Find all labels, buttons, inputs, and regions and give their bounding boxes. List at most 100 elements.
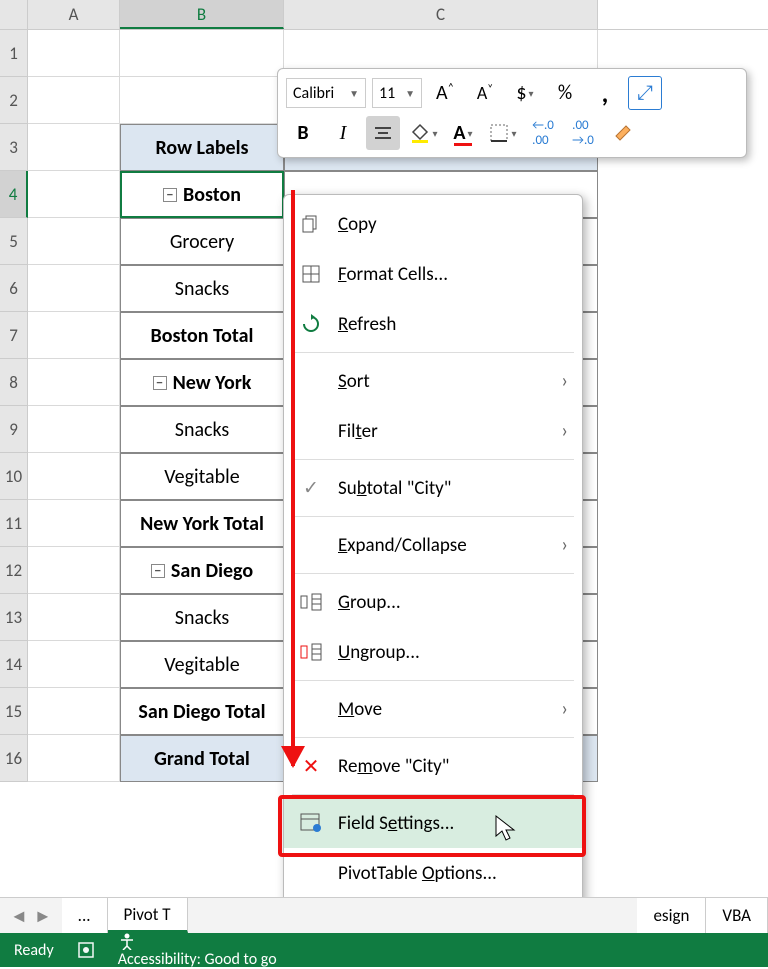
select-all-corner[interactable]	[0, 0, 28, 29]
pivot-group[interactable]: −Boston	[120, 171, 284, 218]
italic-button[interactable]: I	[326, 116, 360, 150]
sheet-tab[interactable]: esign	[637, 898, 706, 933]
decrease-font-icon[interactable]: A˅	[468, 76, 502, 110]
cell[interactable]	[28, 77, 120, 124]
pivot-subtotal[interactable]: San Diego Total	[120, 688, 284, 735]
row-header[interactable]: 11	[0, 500, 28, 547]
format-painter-button[interactable]	[606, 116, 640, 150]
font-color-button[interactable]: A▾	[446, 116, 480, 150]
ctx-ungroup[interactable]: Ungroup...	[284, 627, 582, 677]
ctx-group[interactable]: Group...	[284, 577, 582, 627]
bold-button[interactable]: B	[286, 116, 320, 150]
accessibility-status[interactable]: Accessibility: Good to go	[118, 932, 277, 969]
collapse-icon[interactable]: −	[163, 188, 177, 202]
row-header[interactable]: 14	[0, 641, 28, 688]
ctx-refresh[interactable]: Refresh	[284, 299, 582, 349]
increase-decimal-button[interactable]: ←.0.00	[526, 116, 560, 150]
cell[interactable]	[28, 124, 120, 171]
chevron-right-icon: ›	[561, 697, 568, 721]
ctx-subtotal[interactable]: ✓ Subtotal "City"	[284, 463, 582, 513]
cell[interactable]	[28, 171, 120, 218]
cell[interactable]	[28, 359, 120, 406]
fill-color-button[interactable]: ▾	[406, 116, 440, 150]
row-header[interactable]: 6	[0, 265, 28, 312]
separator	[292, 737, 574, 738]
ctx-format-cells[interactable]: Format Cells...	[284, 249, 582, 299]
ctx-pivottable-options[interactable]: PivotTable Options...	[284, 848, 582, 898]
font-selector[interactable]: Calibri▼	[286, 78, 366, 108]
row-header[interactable]: 5	[0, 218, 28, 265]
col-header-a[interactable]: A	[28, 0, 120, 29]
format-cells-button[interactable]: ⤢	[628, 76, 662, 110]
cell[interactable]	[28, 641, 120, 688]
cell[interactable]	[28, 312, 120, 359]
collapse-icon[interactable]: −	[151, 564, 165, 578]
ctx-move[interactable]: Move ›	[284, 684, 582, 734]
increase-font-icon[interactable]: A˄	[428, 76, 462, 110]
next-icon[interactable]: ►	[34, 905, 52, 927]
sheet-tab[interactable]: Pivot T	[108, 898, 188, 933]
pivot-item[interactable]: Snacks	[120, 406, 284, 453]
prev-icon[interactable]: ◄	[10, 905, 28, 927]
comma-format-button[interactable]: ,	[588, 76, 622, 110]
ctx-sort[interactable]: Sort ›	[284, 356, 582, 406]
ctx-label: PivotTable Options...	[338, 862, 497, 885]
row-header[interactable]: 8	[0, 359, 28, 406]
cell[interactable]	[28, 547, 120, 594]
cell[interactable]	[28, 218, 120, 265]
col-header-c[interactable]: C	[284, 0, 598, 29]
pivot-group[interactable]: −San Diego	[120, 547, 284, 594]
pivot-group[interactable]: −New York	[120, 359, 284, 406]
row-header[interactable]: 10	[0, 453, 28, 500]
font-size-selector[interactable]: 11▼	[372, 78, 422, 108]
sheet-tab[interactable]: VBA	[706, 898, 768, 933]
pivot-subtotal[interactable]: New York Total	[120, 500, 284, 547]
borders-button[interactable]: ▾	[486, 116, 520, 150]
row-header[interactable]: 3	[0, 124, 28, 171]
row-header[interactable]: 16	[0, 735, 28, 782]
row-header[interactable]: 4	[0, 171, 28, 218]
cell[interactable]	[28, 594, 120, 641]
pivot-item[interactable]: Vegitable	[120, 453, 284, 500]
decrease-decimal-button[interactable]: .00→.0	[566, 116, 600, 150]
accounting-format-button[interactable]: $▾	[508, 76, 542, 110]
collapse-icon[interactable]: −	[153, 376, 167, 390]
context-menu: Copy Format Cells... Refresh Sort › Filt…	[283, 194, 583, 953]
row-header[interactable]: 13	[0, 594, 28, 641]
cell[interactable]	[28, 30, 120, 77]
row-header[interactable]: 7	[0, 312, 28, 359]
pivot-row-labels-header[interactable]: Row Labels	[120, 124, 284, 171]
row-header[interactable]: 15	[0, 688, 28, 735]
ctx-remove[interactable]: ✕ Remove "City"	[284, 741, 582, 791]
cell[interactable]	[28, 453, 120, 500]
pivot-subtotal[interactable]: Boston Total	[120, 312, 284, 359]
row-header[interactable]: 9	[0, 406, 28, 453]
ctx-copy[interactable]: Copy	[284, 199, 582, 249]
ctx-field-settings[interactable]: Field Settings...	[284, 798, 582, 848]
macro-record-icon[interactable]	[76, 940, 96, 960]
col-header-b[interactable]: B	[120, 0, 284, 29]
row-header[interactable]: 2	[0, 77, 28, 124]
border-icon	[489, 123, 509, 143]
pivot-item[interactable]: Snacks	[120, 265, 284, 312]
ctx-filter[interactable]: Filter ›	[284, 406, 582, 456]
chevron-right-icon: ›	[561, 533, 568, 557]
row-header[interactable]: 12	[0, 547, 28, 594]
cell[interactable]	[28, 735, 120, 782]
cell[interactable]	[28, 265, 120, 312]
pivot-item[interactable]: Vegitable	[120, 641, 284, 688]
percent-format-button[interactable]: %	[548, 76, 582, 110]
pivot-item[interactable]: Snacks	[120, 594, 284, 641]
cell[interactable]	[28, 500, 120, 547]
row-header[interactable]: 1	[0, 30, 28, 77]
cell[interactable]	[28, 688, 120, 735]
ctx-expand-collapse[interactable]: Expand/Collapse ›	[284, 520, 582, 570]
pivot-item[interactable]: Grocery	[120, 218, 284, 265]
pivot-grand-total[interactable]: Grand Total	[120, 735, 284, 782]
cell[interactable]	[28, 406, 120, 453]
cell[interactable]	[120, 30, 284, 77]
align-center-button[interactable]	[366, 116, 400, 150]
cell[interactable]	[120, 77, 284, 124]
tab-nav[interactable]: ◄►	[0, 905, 62, 927]
sheet-tab-ellipsis[interactable]: ...	[62, 898, 108, 933]
